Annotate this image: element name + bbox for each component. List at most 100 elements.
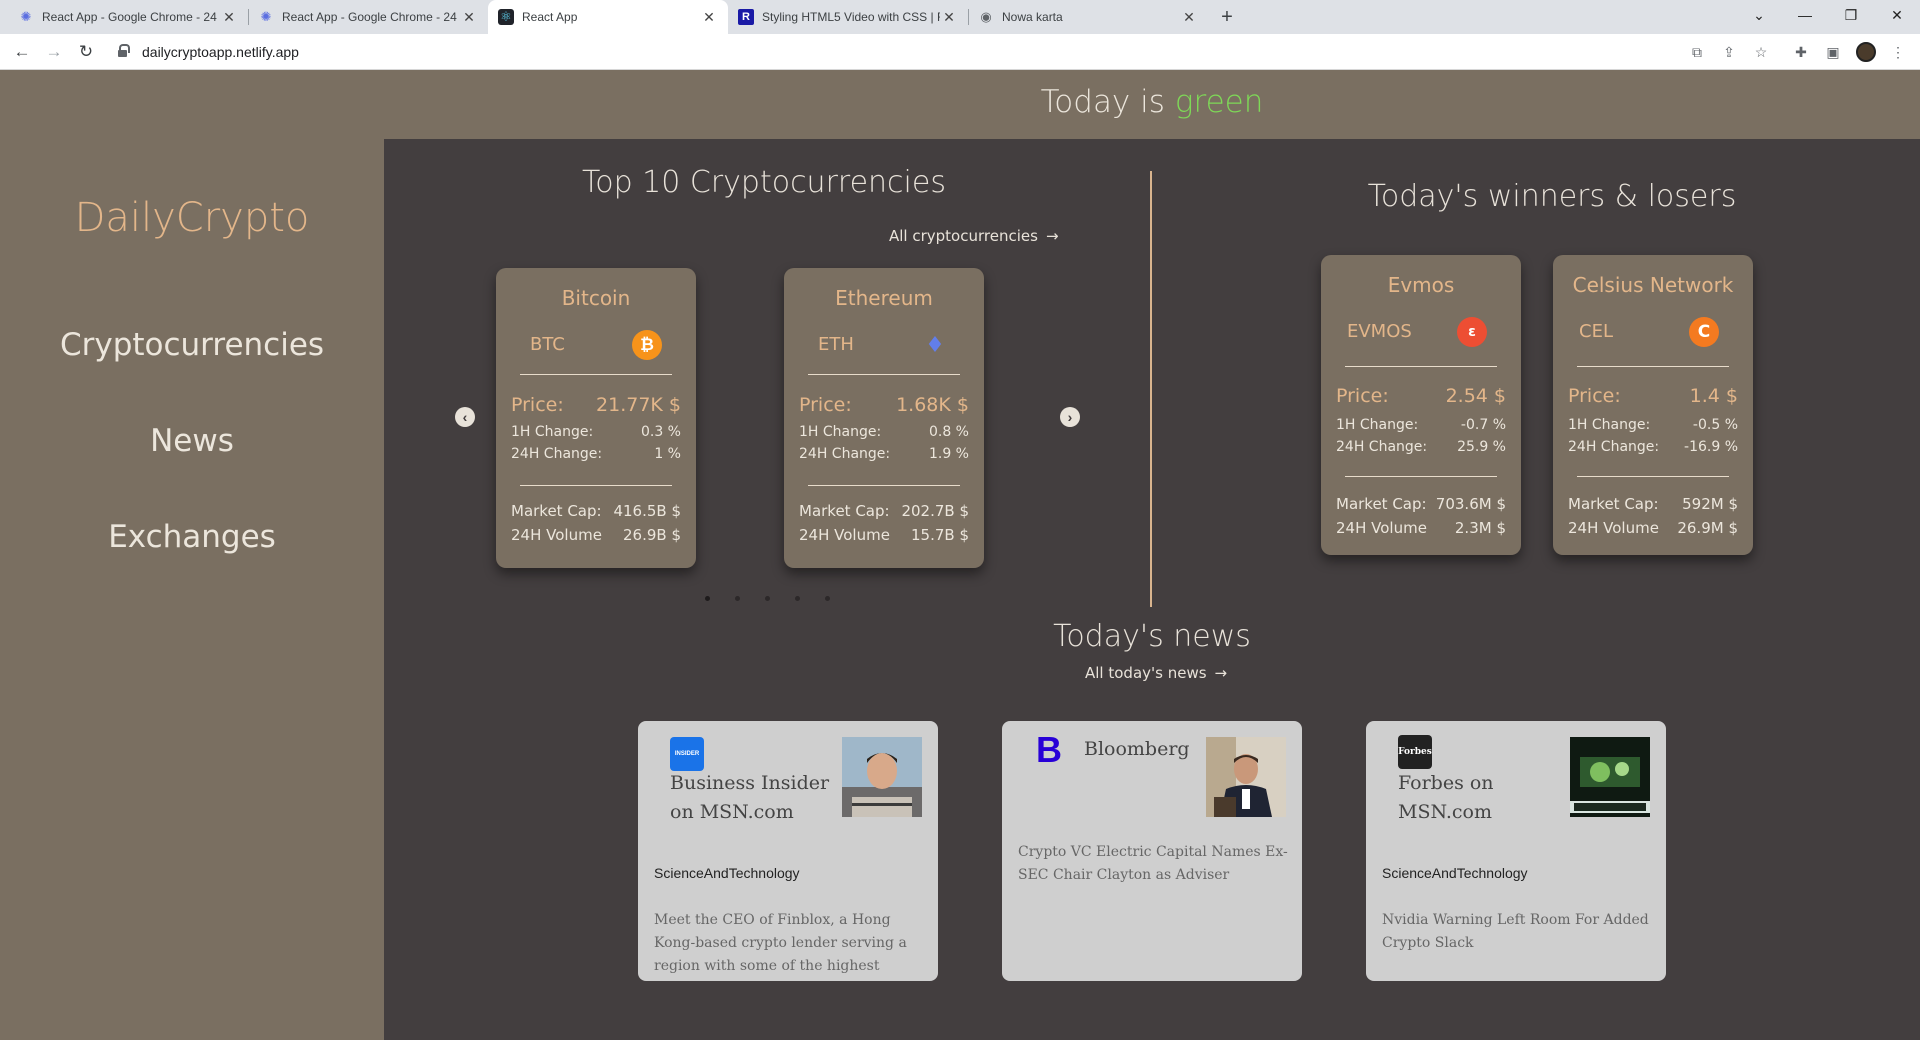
browser-tab[interactable]: ◉ Nowa karta ✕ [968,0,1208,34]
all-cryptocurrencies-label[interactable]: All cryptocurrencies [889,227,1038,245]
crypto-card-evmos[interactable]: Evmos EVMOS ε Price: 2.54 $ 1H Change: -0.… [1321,255,1521,555]
change-1h-row: 1H Change: -0.7 % [1336,417,1506,433]
crypto-card-celsius[interactable]: Celsius Network CEL C Price: 1.4 $ 1H Cha… [1553,255,1753,555]
browser-tab-active[interactable]: ⚛ React App ✕ [488,0,728,34]
app-root: Today is green DailyCrypto Cryptocurrenci… [0,70,1920,1040]
market-cap-label: Market Cap: [511,502,602,520]
change-24h-row: 24H Change: 1.9 % [799,446,969,462]
crypto-card-ethereum[interactable]: Ethereum ETH ♦ Price: 1.68K $ 1H Change: 0… [784,268,984,568]
arrow-right-icon[interactable]: → [1046,227,1059,245]
news-description: Crypto VC Electric Capital Names Ex-SEC … [1018,844,1288,883]
close-window-icon[interactable]: ✕ [1874,0,1920,30]
market-cap-value: 202.7B $ [901,502,969,520]
lock-icon[interactable] [118,44,130,57]
restore-icon[interactable]: ❐ [1828,0,1874,30]
bitcoin-icon: ₿ [632,330,662,360]
carousel-dot-4[interactable] [795,596,800,601]
nav-exchanges[interactable]: Exchanges [0,519,384,555]
change-24h-label: 24H Change: [511,446,603,462]
side-panel-icon[interactable]: ▣ [1823,42,1843,62]
back-arrow-icon[interactable]: ← [10,40,34,64]
extensions-puzzle-icon[interactable]: ✚ [1791,42,1811,62]
reload-icon[interactable]: ↻ [74,40,98,64]
bookmark-star-icon[interactable]: ☆ [1751,42,1771,62]
close-tab-icon[interactable]: ✕ [1180,9,1198,26]
carousel-dot-2[interactable] [735,596,740,601]
news-thumbnail-image [1570,737,1650,817]
browser-tab[interactable]: ✺ React App - Google Chrome - 24 ✕ [8,0,248,34]
change-1h-row: 1H Change: -0.5 % [1568,417,1738,433]
all-news-label[interactable]: All today's news [1085,664,1207,682]
close-tab-icon[interactable]: ✕ [940,9,958,26]
card-divider [1577,366,1729,367]
market-cap-value: 416.5B $ [613,502,681,520]
news-card[interactable]: INSIDER Business Insider on MSN.com Scie… [638,721,938,981]
news-thumbnail-image [842,737,922,817]
change-1h-row: 1H Change: 0.8 % [799,424,969,440]
top10-title: Top 10 Cryptocurrencies [582,165,946,200]
close-tab-icon[interactable]: ✕ [460,9,478,26]
nav-news[interactable]: News [0,423,384,459]
price-label: Price: [1336,385,1389,407]
coin-symbol: BTC [530,334,565,355]
news-title: Today's news [1053,619,1251,654]
address-bar[interactable]: dailycryptoapp.netlify.app [108,38,1768,66]
card-divider [808,374,960,375]
url-text[interactable]: dailycryptoapp.netlify.app [142,44,299,60]
change-1h-value: -0.7 % [1460,417,1506,433]
carousel-next-icon[interactable]: › [1060,407,1080,427]
news-card[interactable]: B Bloomberg Crypto VC Electric Capital N… [1002,721,1302,981]
change-1h-value: -0.5 % [1692,417,1738,433]
carousel-dot-5[interactable] [825,596,830,601]
card-divider [1577,476,1729,477]
close-tab-icon[interactable]: ✕ [220,9,238,26]
change-1h-value: 0.3 % [640,424,681,440]
change-24h-row: 24H Change: 25.9 % [1336,439,1506,455]
coin-symbol: CEL [1579,321,1613,342]
arrow-right-icon[interactable]: → [1215,664,1228,682]
price-value: 1.4 $ [1689,385,1738,407]
volume-value: 26.9B $ [622,526,681,544]
change-1h-label: 1H Change: [511,424,594,440]
news-category: ScienceAndTechnology [654,865,800,881]
tab-search-chevron-icon[interactable]: ⌄ [1736,0,1782,30]
market-cap-row: Market Cap: 703.6M $ [1336,495,1506,513]
profile-avatar[interactable] [1856,42,1876,62]
insider-logo-icon: INSIDER [670,737,704,771]
volume-value: 15.7B $ [910,526,969,544]
volume-label: 24H Volume [799,526,890,544]
menu-kebab-icon[interactable]: ⋮ [1888,42,1908,62]
close-tab-icon[interactable]: ✕ [700,9,718,26]
app-logo[interactable]: DailyCrypto [0,195,384,241]
winners-losers-title: Today's winners & losers [1367,179,1737,214]
news-description: Meet the CEO of Finblox, a Hong Kong-bas… [654,912,907,974]
news-card[interactable]: Forbes Forbes on MSN.com ScienceAndTechn… [1366,721,1666,981]
carousel-dot-1[interactable] [705,596,710,601]
nav-cryptocurrencies[interactable]: Cryptocurrencies [0,327,384,363]
all-cryptocurrencies-link[interactable]: All cryptocurrencies → [889,227,1059,245]
news-thumbnail-image [1206,737,1286,817]
price-row: Price: 2.54 $ [1336,385,1506,407]
crypto-card-bitcoin[interactable]: Bitcoin BTC ₿ Price: 21.77K $ 1H Change: 0… [496,268,696,568]
new-tab-plus-icon[interactable]: + [1214,4,1240,30]
card-divider [1345,476,1497,477]
carousel-prev-icon[interactable]: ‹ [455,407,475,427]
translate-icon[interactable]: ⧉ [1687,42,1707,62]
price-row: Price: 1.68K $ [799,394,969,416]
forward-arrow-icon[interactable]: → [42,40,66,64]
all-news-link[interactable]: All today's news → [1085,664,1227,682]
react-icon: ✺ [260,9,272,24]
share-icon[interactable]: ⇪ [1719,42,1739,62]
price-row: Price: 1.4 $ [1568,385,1738,407]
carousel-dot-3[interactable] [765,596,770,601]
browser-tab-strip: ✺ React App - Google Chrome - 24 ✕ ✺ Rea… [0,0,1920,34]
market-cap-label: Market Cap: [1568,495,1659,513]
change-24h-value: 25.9 % [1457,439,1506,455]
browser-toolbar: ← → ↻ dailycryptoapp.netlify.app ⧉ ⇪ ☆ ✚… [0,34,1920,70]
react-icon: ✺ [20,9,32,24]
browser-tab[interactable]: ✺ React App - Google Chrome - 24 ✕ [248,0,488,34]
minimize-icon[interactable]: — [1782,0,1828,30]
market-cap-value: 703.6M $ [1435,495,1506,513]
browser-tab[interactable]: R Styling HTML5 Video with CSS | F ✕ [728,0,968,34]
card-divider [520,374,672,375]
